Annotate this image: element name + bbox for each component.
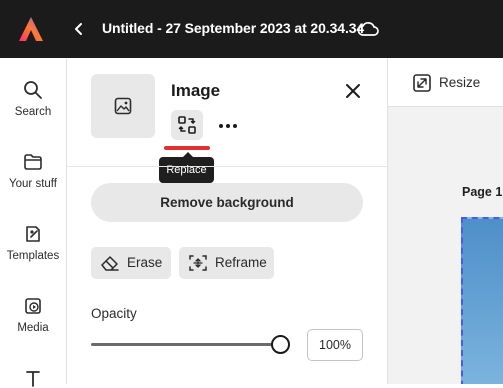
document-title[interactable]: Untitled - 27 September 2023 at 20.34.34 — [102, 20, 364, 36]
sidebar-item-your-stuff[interactable]: Your stuff — [0, 152, 66, 190]
reframe-label: Reframe — [215, 255, 267, 270]
resize-button[interactable]: Resize — [412, 72, 492, 94]
sidebar-item-label: Templates — [6, 250, 60, 262]
sidebar-item-label: Media — [17, 322, 49, 334]
opacity-slider-thumb[interactable] — [270, 335, 290, 354]
resize-label: Resize — [439, 75, 481, 90]
sidebar-item-label: Your stuff — [9, 178, 57, 190]
canvas-toolbar: Resize — [388, 58, 503, 107]
adobe-express-logo[interactable] — [18, 16, 44, 42]
opacity-value-field[interactable]: 100% — [307, 329, 363, 361]
chevron-left-icon[interactable] — [70, 19, 88, 39]
image-icon — [114, 97, 132, 115]
replace-tooltip: Replace — [159, 152, 214, 183]
panel-title: Image — [171, 81, 221, 100]
sidebar-item-text[interactable] — [0, 368, 66, 388]
reframe-button[interactable]: Reframe — [179, 247, 274, 279]
sidebar-item-media[interactable]: Media — [0, 296, 66, 334]
cloud-icon[interactable] — [357, 19, 379, 39]
folder-icon — [24, 154, 42, 170]
opacity-label: Opacity — [91, 306, 137, 321]
media-icon — [25, 298, 41, 314]
page-label: Page 1 - — [462, 185, 503, 199]
top-bar: Untitled - 27 September 2023 at 20.34.34 — [0, 0, 503, 58]
templates-icon — [26, 226, 40, 242]
image-properties-panel: Image Replace Remove background Erase Re… — [67, 58, 388, 384]
remove-background-button[interactable]: Remove background — [91, 183, 363, 222]
erase-button[interactable]: Erase — [91, 247, 171, 279]
eraser-icon — [101, 256, 119, 271]
sidebar-item-search[interactable]: Search — [0, 80, 66, 118]
erase-label: Erase — [127, 255, 163, 270]
search-icon — [24, 81, 42, 99]
replace-highlight-underline — [164, 146, 210, 150]
replace-icon — [178, 116, 196, 134]
text-icon — [26, 371, 40, 387]
more-options-icon[interactable] — [217, 116, 239, 134]
close-icon[interactable] — [344, 82, 362, 100]
design-canvas: Page 1 - — [388, 107, 503, 384]
replace-button[interactable] — [171, 110, 203, 140]
resize-icon — [413, 74, 431, 92]
divider — [67, 166, 387, 167]
image-thumbnail — [91, 74, 155, 138]
selected-image-page[interactable] — [461, 217, 503, 384]
reframe-icon — [189, 255, 207, 271]
sidebar-item-templates[interactable]: Templates — [0, 224, 66, 262]
opacity-slider-track[interactable] — [91, 343, 282, 346]
sidebar-item-label: Search — [14, 106, 52, 118]
left-nav-rail: Search Your stuff Templates Media — [0, 58, 67, 387]
